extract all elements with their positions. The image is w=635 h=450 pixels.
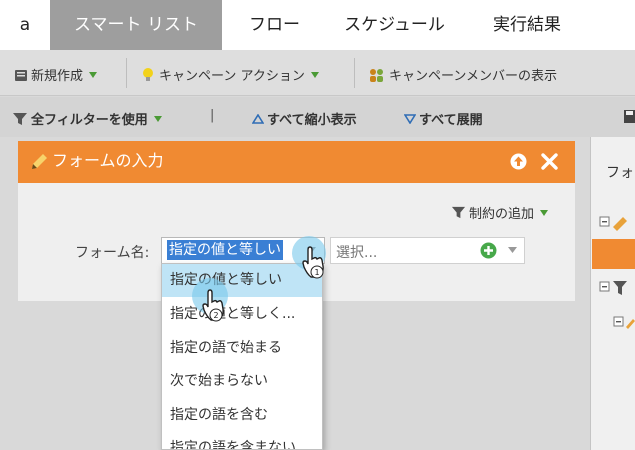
tab-results[interactable]: 実行結果 xyxy=(462,0,592,50)
dropdown-option[interactable]: 指定の値と等しい xyxy=(162,264,322,297)
card-title: フォームの入力 xyxy=(52,151,164,170)
save-icon[interactable] xyxy=(624,108,635,124)
expand-all-button[interactable]: すべて展開 xyxy=(404,109,483,128)
funnel-icon xyxy=(13,112,27,125)
dropdown-option[interactable]: 次で始まらない xyxy=(162,365,322,398)
triangle-up-icon xyxy=(252,113,264,124)
triangle-down-icon xyxy=(404,113,416,124)
view-members-button[interactable]: キャンペーンメンバーの表示 xyxy=(368,65,557,84)
tab-flow[interactable]: フロー xyxy=(222,0,327,50)
add-value-icon[interactable] xyxy=(480,242,497,259)
new-label: 新規作成 xyxy=(31,69,84,84)
value-placeholder: 選択... xyxy=(336,245,378,261)
arrow-up-icon[interactable] xyxy=(510,153,527,170)
separator-text: | xyxy=(210,108,215,123)
lightbulb-icon xyxy=(143,67,153,81)
tree-collapse-icon[interactable] xyxy=(599,213,629,233)
chevron-down-icon xyxy=(540,209,549,216)
tab-label: a xyxy=(19,15,31,35)
step-number: 2 xyxy=(213,311,218,320)
hand-cursor-icon: 1 xyxy=(302,246,324,279)
form-name-label: フォーム名: xyxy=(75,245,150,261)
option-label: 指定の語を含む xyxy=(170,407,268,423)
option-label: 指定の値と等しい xyxy=(170,272,282,288)
campaign-action-button[interactable]: キャンペーン アクション xyxy=(140,65,319,84)
add-constraint-label: 制約の追加 xyxy=(469,207,535,222)
new-button[interactable]: 新規作成 xyxy=(14,65,98,84)
new-icon xyxy=(15,69,27,81)
tab-a[interactable]: a xyxy=(0,0,50,50)
operator-dropdown-list: 指定の値と等しい 指定の値と等しく... 指定の語で始まる 次で始まらない 指定… xyxy=(161,263,323,450)
view-members-label: キャンペーンメンバーの表示 xyxy=(389,69,557,84)
option-label: 指定の値と等しく... xyxy=(170,306,296,322)
right-panel-label: フォ xyxy=(606,165,634,181)
dropdown-option[interactable]: 指定の値と等しく... xyxy=(162,298,322,331)
tab-label: 実行結果 xyxy=(493,15,561,35)
divider xyxy=(354,58,355,88)
use-all-filters-button[interactable]: 全フィルターを使用 xyxy=(12,109,162,128)
chevron-down-icon[interactable] xyxy=(508,247,517,253)
collapse-all-button[interactable]: すべて縮小表示 xyxy=(252,109,357,128)
card-header: フォームの入力 xyxy=(18,141,575,183)
campaign-action-label: キャンペーン アクション xyxy=(159,69,305,84)
top-tab-bar: a スマート リスト フロー スケジュール 実行結果 xyxy=(0,0,635,50)
use-all-filters-label: 全フィルターを使用 xyxy=(31,113,148,128)
selected-tree-item[interactable] xyxy=(592,239,635,269)
option-label: 指定の語で始まる xyxy=(170,340,282,356)
chevron-down-icon xyxy=(89,71,98,78)
step-number: 1 xyxy=(314,268,319,277)
right-panel: フォ xyxy=(590,137,635,450)
chevron-down-icon xyxy=(153,115,162,122)
tree-filter-icon[interactable] xyxy=(599,278,629,298)
dropdown-option[interactable]: 指定の語を含む xyxy=(162,399,322,432)
collapse-all-label: すべて縮小表示 xyxy=(267,113,357,128)
close-icon[interactable] xyxy=(541,153,558,170)
tab-label: スケジュール xyxy=(344,15,445,35)
add-constraint-button[interactable]: 制約の追加 xyxy=(451,203,549,222)
pencil-icon xyxy=(32,154,47,169)
divider xyxy=(126,58,127,88)
option-label: 指定の語を含まない xyxy=(170,440,296,450)
hand-cursor-icon: 2 xyxy=(202,289,224,322)
option-label: 次で始まらない xyxy=(170,373,268,389)
operator-selected-value[interactable]: 指定の値と等しい xyxy=(167,240,283,260)
tab-smart-list[interactable]: スマート リスト xyxy=(50,0,222,50)
dropdown-option[interactable]: 指定の語で始まる xyxy=(162,332,322,365)
filter-toolbar: 全フィルターを使用 | すべて縮小表示 すべて展開 xyxy=(0,97,635,137)
members-icon xyxy=(370,68,383,82)
expand-all-label: すべて展開 xyxy=(419,113,483,128)
action-toolbar: 新規作成 キャンペーン アクション キャンペーンメンバーの表示 xyxy=(0,50,635,96)
dropdown-option[interactable]: 指定の語を含まない xyxy=(162,432,322,450)
tab-label: フロー xyxy=(249,15,300,35)
funnel-icon xyxy=(451,206,466,219)
tab-label: スマート リスト xyxy=(74,15,198,35)
chevron-down-icon xyxy=(310,71,319,78)
tree-child-icon[interactable] xyxy=(613,314,635,330)
tab-schedule[interactable]: スケジュール xyxy=(327,0,462,50)
toolbar-separator: | xyxy=(210,108,214,123)
